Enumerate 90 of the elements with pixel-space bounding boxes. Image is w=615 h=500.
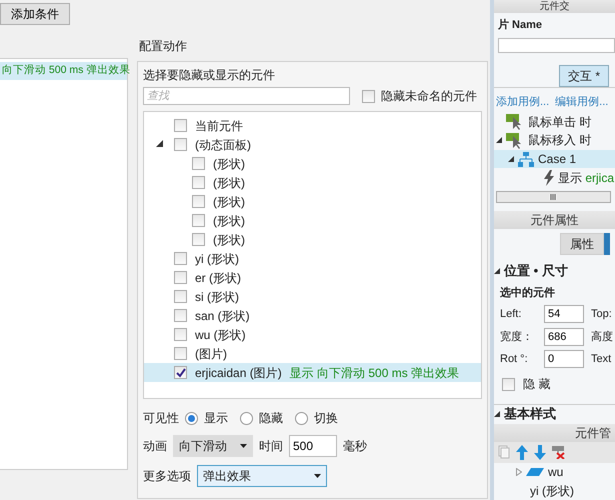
add-condition-button[interactable]: 添加条件 <box>0 3 70 25</box>
checkbox[interactable] <box>174 309 187 322</box>
tree-label: 当前元件 <box>195 118 243 134</box>
field-label: 动画 <box>143 438 167 455</box>
section-title[interactable]: 基本样式 <box>504 404 556 424</box>
checkbox[interactable] <box>174 347 187 360</box>
checkbox[interactable] <box>192 176 205 189</box>
animation-dropdown[interactable]: 向下滑动 <box>173 435 253 457</box>
tree-label: (形状) <box>213 212 245 230</box>
link[interactable]: 添加用例... <box>496 94 550 110</box>
field-label: 宽度： <box>500 330 534 345</box>
delete-icon <box>552 445 566 459</box>
number-field[interactable]: 54 <box>544 305 584 324</box>
section-title[interactable]: 位置 • 尺寸 <box>504 261 568 281</box>
up-arrow-icon <box>516 444 528 460</box>
checkbox-label: 隐 藏 <box>523 376 550 394</box>
down-arrow-icon <box>534 444 546 460</box>
radio-button[interactable] <box>295 412 308 424</box>
tree-label: (形状) <box>213 174 245 192</box>
tree-label: (形状) <box>213 232 245 248</box>
action-label[interactable]: 显示 erjica <box>558 168 614 187</box>
caret-icon <box>240 444 247 448</box>
checkbox[interactable] <box>192 233 205 246</box>
checkbox[interactable] <box>174 366 187 379</box>
tab[interactable]: 属性 <box>560 233 604 256</box>
checkbox[interactable] <box>192 214 205 227</box>
tree-label: si (形状) <box>195 288 239 306</box>
caret-icon <box>314 474 321 478</box>
field-label: 可见性 <box>143 410 179 427</box>
tree-label[interactable]: yi (形状) <box>530 482 574 500</box>
unit-label: 毫秒 <box>343 438 367 455</box>
radio-label: 切换 <box>314 410 338 427</box>
search-field[interactable]: 查找 <box>143 87 350 105</box>
checkbox[interactable] <box>174 252 187 265</box>
panel-header: 元件属性 <box>494 211 615 230</box>
field-label: 时间 <box>259 438 283 455</box>
tree-label: (动态面板) <box>195 136 251 154</box>
tree-label[interactable]: wu <box>548 462 564 481</box>
checkbox[interactable] <box>192 157 205 170</box>
number-field[interactable]: 0 <box>544 350 584 368</box>
checkbox[interactable] <box>174 138 187 151</box>
tree-label: (形状) <box>213 156 245 172</box>
time-field[interactable]: 500 <box>289 435 337 457</box>
tree-label: (形状) <box>213 194 245 210</box>
field-label: Rot °: <box>500 352 529 368</box>
event-label[interactable]: 鼠标单击 时 <box>528 112 592 130</box>
lightning-icon <box>544 170 554 186</box>
action-summary: 显示 向下滑动 500 ms 弹出效果 <box>290 364 460 382</box>
tree-label: wu (形状) <box>195 326 246 344</box>
panel-header: 元件管 <box>494 424 615 442</box>
name-field[interactable] <box>498 38 615 53</box>
section-title: 配置动作 <box>139 38 188 55</box>
field-label: 更多选项 <box>143 468 191 485</box>
name-label: 片 Name <box>498 18 544 33</box>
group-label: 选择要隐藏或显示的元件 <box>143 67 276 84</box>
tab[interactable]: 交互 * <box>558 64 609 87</box>
hierarchy-icon <box>518 152 534 167</box>
checkbox-label: 隐藏未命名的元件 <box>381 88 477 105</box>
radio-button[interactable] <box>240 412 253 424</box>
cursor-flag-icon <box>506 113 524 130</box>
shape-icon <box>526 468 544 476</box>
radio-label: 显示 <box>204 410 228 427</box>
tree-label: san (形状) <box>195 308 250 324</box>
effect-dropdown[interactable]: 弹出效果 <box>197 465 327 487</box>
checkbox[interactable] <box>192 195 205 208</box>
checkbox[interactable] <box>502 378 515 391</box>
checkbox[interactable] <box>174 328 187 341</box>
tree-label: yi (形状) <box>195 250 239 268</box>
checkbox[interactable] <box>174 119 187 132</box>
field-label: Top: <box>591 307 612 322</box>
radio-label: 隐藏 <box>259 410 283 427</box>
event-label[interactable]: 鼠标移入 时 <box>528 131 592 150</box>
checkbox[interactable] <box>362 90 375 102</box>
cursor-flag-icon <box>506 132 524 149</box>
field-label: Left: <box>500 307 522 322</box>
tree-label: erjicaidan (图片) <box>195 364 282 382</box>
radio-button[interactable] <box>185 412 198 424</box>
expand-icon[interactable] <box>156 140 163 146</box>
number-field[interactable]: 686 <box>544 328 584 346</box>
tree-label: (图片) <box>195 346 227 362</box>
checkbox[interactable] <box>174 271 187 284</box>
field-label: 选中的元件 <box>500 286 556 301</box>
case-row[interactable]: 向下滑动 500 ms 弹出效果 <box>0 62 127 80</box>
field-label: Text <box>591 352 612 368</box>
link[interactable]: 编辑用例... <box>555 94 608 110</box>
checkbox[interactable] <box>174 290 187 303</box>
panel-header: 元件交 <box>494 0 615 13</box>
copy-icon <box>498 445 510 459</box>
field-label: 高度 <box>591 330 613 345</box>
tree-label: er (形状) <box>195 270 241 286</box>
